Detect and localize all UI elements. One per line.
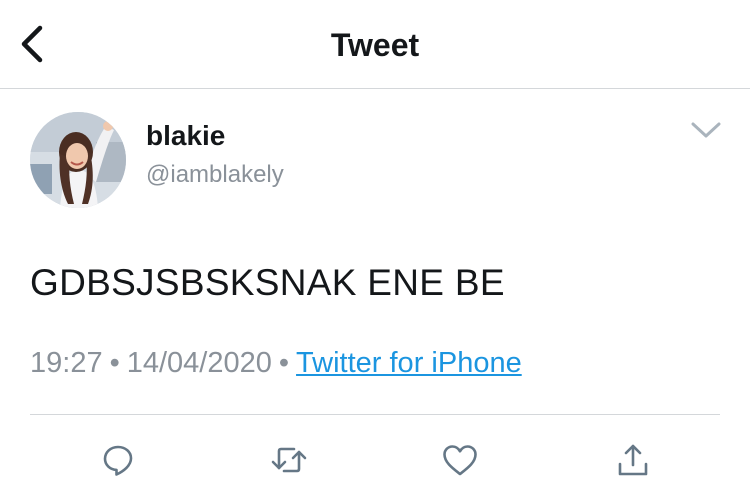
tweet-source-link[interactable]: Twitter for iPhone [296,347,522,379]
author-display-name[interactable]: blakie [146,120,225,152]
chevron-down-icon [691,122,721,138]
tweet-text: GDBSJSBSKSNAK ENE BE [30,262,505,303]
tweet-menu-button[interactable] [684,114,728,146]
like-button[interactable] [440,440,480,480]
heart-icon [443,445,477,476]
retweet-icon [271,447,307,473]
page-title: Tweet [330,27,420,63]
share-button[interactable] [613,440,653,480]
avatar[interactable] [30,112,126,208]
retweet-button[interactable] [269,440,309,480]
reply-icon [103,445,133,476]
tweet-time: 19:27 [30,347,103,379]
separator-dot: • [278,347,290,379]
profile-photo [30,112,126,208]
separator-dot: • [109,347,120,379]
navigation-header: Tweet [0,0,750,89]
tweet-metadata: 19:27 • 14/04/2020 • Twitter for iPhone [30,347,522,380]
reply-button[interactable] [98,440,138,480]
tweet-date: 14/04/2020 [126,347,272,379]
author-handle[interactable]: @iamblakely [146,161,284,189]
divider [30,414,720,415]
share-icon [618,444,648,476]
